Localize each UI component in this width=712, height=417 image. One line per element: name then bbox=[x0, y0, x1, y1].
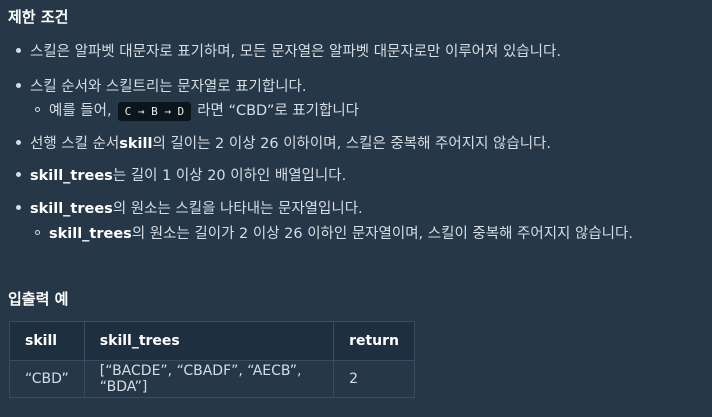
constraint-item: skill_trees 는 길이 1 이상 20 이하인 배열입니다. bbox=[0, 164, 346, 185]
param-name: skill_trees bbox=[49, 226, 132, 242]
constraint-text: 는 길이 1 이상 20 이하인 배열입니다. bbox=[112, 168, 347, 184]
examples-heading: 입출력 예 bbox=[8, 290, 69, 308]
circle-bullet-icon bbox=[35, 230, 40, 235]
table-header-row: skill skill_trees return bbox=[9, 321, 415, 361]
bullet-icon bbox=[16, 48, 21, 53]
problem-page: 제한 조건 스킬은 알파벳 대문자로 표기하며, 모든 문자열은 알파벳 대문자… bbox=[0, 0, 712, 417]
column-header-skill-trees: skill_trees bbox=[83, 321, 335, 361]
table-cell: “CBD” bbox=[9, 360, 85, 398]
constraint-text: 스킬 순서와 스킬트리는 문자열로 표기합니다. bbox=[30, 79, 307, 95]
bullet-icon bbox=[16, 172, 21, 177]
table-cell: 2 bbox=[333, 360, 415, 398]
constraint-subitem: skill_trees 의 원소는 길이가 2 이상 26 이하인 문자열이며,… bbox=[0, 222, 633, 243]
bullet-icon bbox=[16, 140, 21, 145]
bullet-icon bbox=[16, 83, 21, 88]
constraint-text: 의 원소는 스킬을 나타내는 문자열입니다. bbox=[112, 201, 363, 217]
table-cell: [“BACDE”, “CBADF”, “AECB”, “BDA”] bbox=[83, 360, 335, 398]
code-snippet: C → B → D bbox=[117, 102, 192, 121]
constraint-text: 예를 들어, bbox=[49, 103, 112, 119]
param-name: skill_trees bbox=[30, 168, 113, 184]
constraint-text: 의 길이는 2 이상 26 이하이며, 스킬은 중복해 주어지지 않습니다. bbox=[152, 136, 551, 152]
circle-bullet-icon bbox=[35, 107, 40, 112]
constraint-text: 라면 “CBD”로 표기합니다 bbox=[197, 103, 359, 119]
constraint-text: 의 원소는 길이가 2 이상 26 이하인 문자열이며, 스킬이 중복해 주어지… bbox=[131, 226, 633, 242]
column-header-return: return bbox=[333, 321, 415, 361]
param-name: skill_trees bbox=[30, 201, 113, 217]
constraint-item: 선행 스킬 순서 skill 의 길이는 2 이상 26 이하이며, 스킬은 중… bbox=[0, 132, 551, 153]
param-name: skill bbox=[119, 136, 153, 152]
constraint-text: 선행 스킬 순서 bbox=[30, 136, 120, 152]
table-row: “CBD” [“BACDE”, “CBADF”, “AECB”, “BDA”] … bbox=[9, 360, 415, 398]
constraint-item: 스킬 순서와 스킬트리는 문자열로 표기합니다. bbox=[0, 75, 307, 96]
examples-table: skill skill_trees return “CBD” [“BACDE”,… bbox=[9, 321, 415, 398]
constraint-subitem: 예를 들어, C → B → D 라면 “CBD”로 표기합니다 bbox=[0, 99, 359, 121]
constraints-heading: 제한 조건 bbox=[8, 8, 69, 26]
bullet-icon bbox=[16, 205, 21, 210]
column-header-skill: skill bbox=[9, 321, 85, 361]
constraint-item: skill_trees 의 원소는 스킬을 나타내는 문자열입니다. bbox=[0, 197, 363, 218]
constraint-text: 스킬은 알파벳 대문자로 표기하며, 모든 문자열은 알파벳 대문자로만 이루어… bbox=[30, 44, 561, 60]
constraint-item: 스킬은 알파벳 대문자로 표기하며, 모든 문자열은 알파벳 대문자로만 이루어… bbox=[0, 40, 561, 61]
